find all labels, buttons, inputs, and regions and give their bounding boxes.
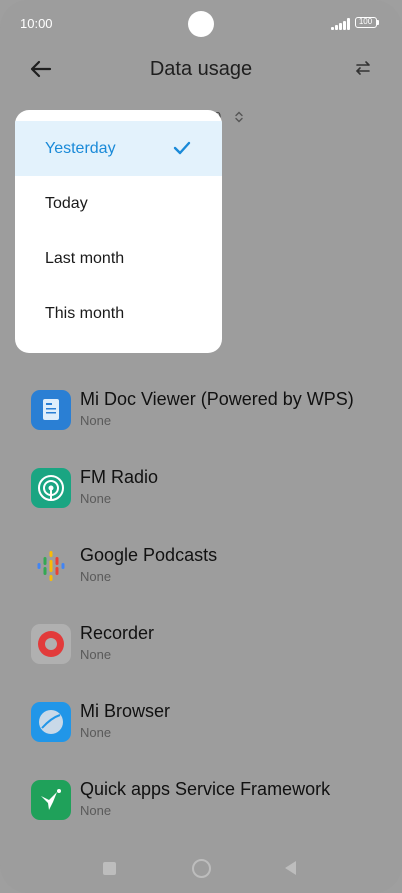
dropdown-item-today[interactable]: Today [15, 176, 222, 231]
up-down-caret-icon[interactable] [233, 111, 245, 123]
dropdown-item-label: Today [45, 195, 88, 212]
recorder-icon [31, 624, 71, 664]
doc-viewer-icon [31, 390, 71, 430]
dropdown-item-label: This month [45, 305, 125, 322]
app-usage: None [80, 569, 112, 584]
app-name: Mi Browser [80, 701, 171, 721]
app-row-google-podcasts[interactable]: Google Podcasts None [0, 545, 402, 624]
app-row-mi-browser[interactable]: Mi Browser None [0, 701, 402, 780]
quick-apps-icon [31, 780, 71, 820]
dropdown-item-this-month[interactable]: This month [15, 286, 222, 341]
app-name: Mi Doc Viewer (Powered by WPS) [80, 389, 354, 409]
dropdown-item-last-month[interactable]: Last month [15, 231, 222, 286]
back-button[interactable] [285, 861, 296, 875]
checkmark-icon [173, 141, 191, 155]
app-name: Google Podcasts [80, 545, 218, 565]
app-name: Recorder [80, 623, 155, 643]
app-row-quick-apps[interactable]: Quick apps Service Framework None [0, 779, 402, 858]
dropdown-item-label: Yesterday [45, 140, 116, 157]
system-nav-bar [0, 848, 402, 888]
app-usage: None [80, 413, 112, 428]
app-name: FM Radio [80, 467, 159, 487]
app-row-doc-viewer[interactable]: Mi Doc Viewer (Powered by WPS) None [0, 389, 402, 468]
app-usage: None [80, 647, 112, 662]
status-bar: 10:00 100 [0, 0, 402, 48]
app-usage: None [80, 491, 112, 506]
page-title: Data usage [149, 58, 253, 80]
signal-icon [331, 18, 351, 30]
dropdown-item-yesterday[interactable]: Yesterday [15, 121, 222, 176]
google-podcasts-icon [31, 546, 71, 586]
app-usage: None [80, 803, 112, 818]
battery-tip [377, 20, 379, 25]
camera-cutout [188, 11, 214, 37]
swap-icon[interactable] [354, 59, 372, 77]
screen: 10:00 100 Data usage 9 Mi Doc [0, 0, 402, 893]
period-dropdown: Yesterday Today Last month This month [15, 110, 222, 353]
clock: 10:00 [20, 16, 53, 31]
browser-icon [31, 702, 71, 742]
app-row-fm-radio[interactable]: FM Radio None [0, 467, 402, 546]
app-usage: None [80, 725, 112, 740]
battery-level: 100 [358, 17, 373, 26]
app-row-recorder[interactable]: Recorder None [0, 623, 402, 702]
app-name: Quick apps Service Framework [80, 779, 331, 799]
home-button[interactable] [192, 859, 211, 878]
app-bar: Data usage [0, 48, 402, 90]
battery-icon: 100 [355, 17, 377, 28]
dropdown-item-label: Last month [45, 250, 125, 267]
fm-radio-icon [31, 468, 71, 508]
recents-button[interactable] [103, 862, 116, 875]
